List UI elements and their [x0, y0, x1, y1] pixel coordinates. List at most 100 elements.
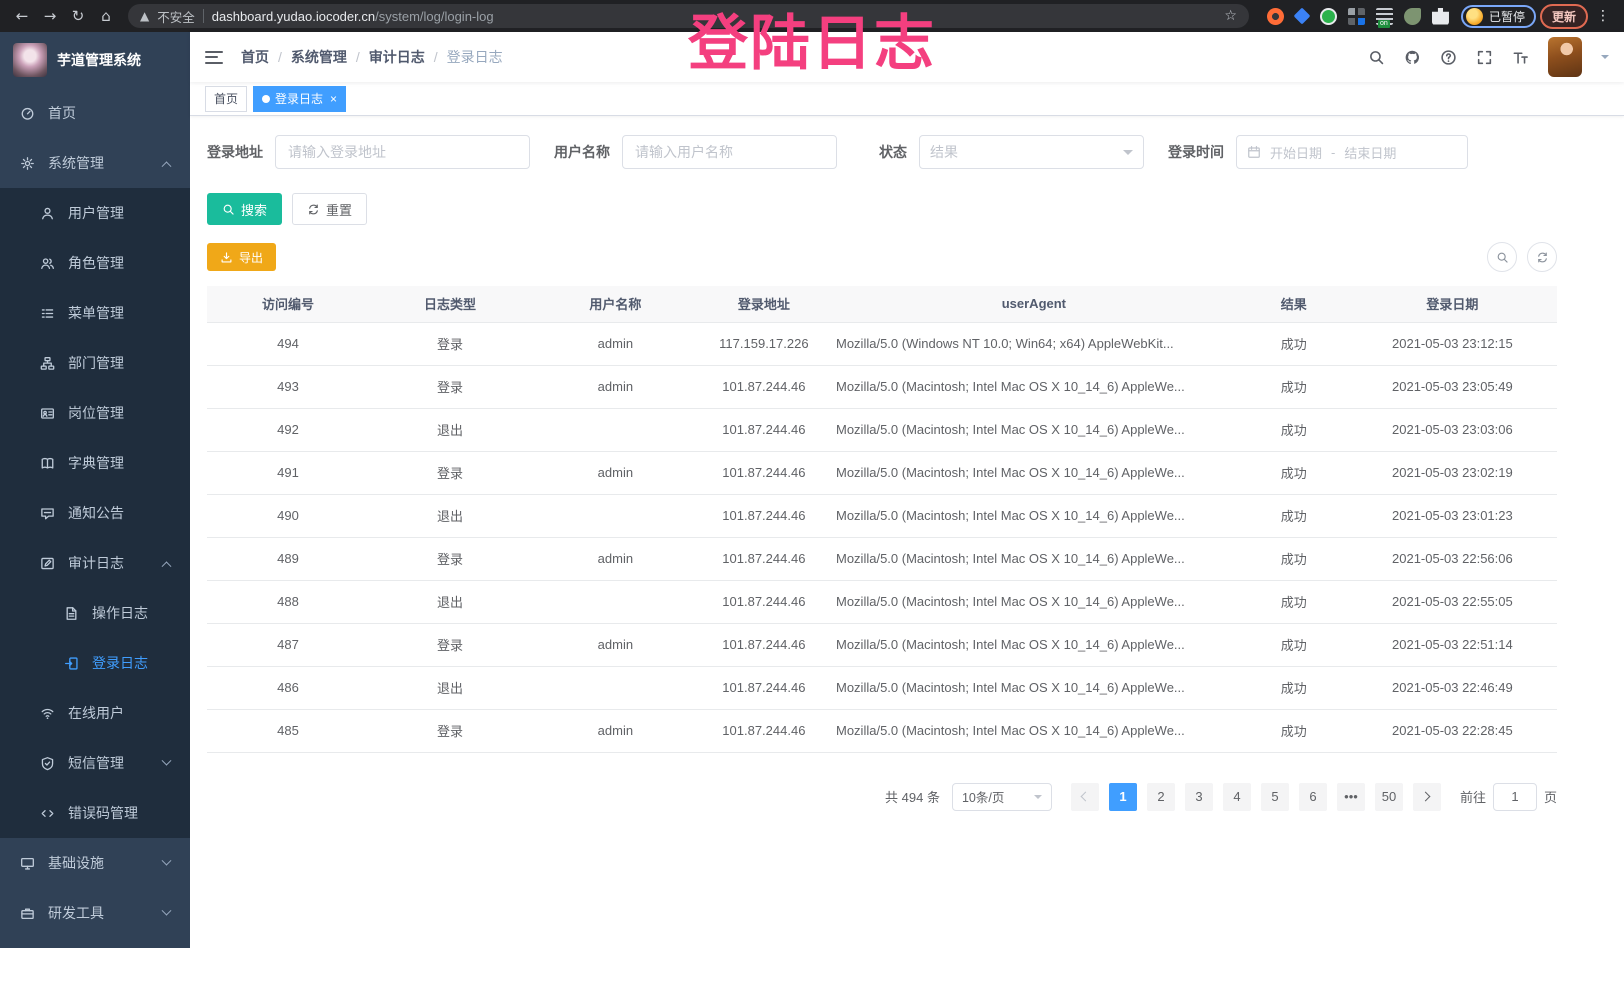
sidebar-item-online-users[interactable]: 在线用户	[0, 688, 190, 738]
browser-home-icon[interactable]: ⌂	[94, 4, 118, 28]
cell-result: 成功	[1240, 365, 1348, 408]
tag-home[interactable]: 首页	[205, 86, 247, 112]
page-button-4[interactable]: 4	[1223, 783, 1251, 811]
next-page-button[interactable]	[1413, 783, 1441, 811]
browser-reload-icon[interactable]: ↻	[66, 4, 90, 28]
page-button-6[interactable]: 6	[1299, 783, 1327, 811]
page-button-2[interactable]: 2	[1147, 783, 1175, 811]
app-frame: 芋道管理系统 首页 系统管理 用户管理 角色管理 菜单管理 部门管理	[0, 32, 1624, 948]
page-ellipsis[interactable]: •••	[1337, 783, 1365, 811]
app-logo[interactable]: 芋道管理系统	[0, 32, 190, 88]
sidebar-item-label: 登录日志	[92, 653, 148, 673]
hide-search-button[interactable]	[1487, 242, 1517, 272]
filter-actions: 搜索 重置	[207, 193, 1557, 225]
sidebar-item-infrastructure[interactable]: 基础设施	[0, 838, 190, 888]
page-button-3[interactable]: 3	[1185, 783, 1213, 811]
date-range-picker[interactable]: 开始日期 - 结束日期	[1236, 135, 1468, 169]
leaf-extension-icon[interactable]	[1404, 8, 1421, 25]
select-caret-icon	[1123, 150, 1133, 160]
filter-status: 状态 结果	[879, 135, 1144, 169]
table-row: 487登录admin101.87.244.46Mozilla/5.0 (Maci…	[207, 623, 1557, 666]
page-button-5[interactable]: 5	[1261, 783, 1289, 811]
col-header-login-address: 登录地址	[700, 286, 828, 322]
blue-diamond-extension-icon[interactable]	[1294, 8, 1311, 25]
table-row: 488退出101.87.244.46Mozilla/5.0 (Macintosh…	[207, 580, 1557, 623]
table-row: 493登录admin101.87.244.46Mozilla/5.0 (Maci…	[207, 365, 1557, 408]
sidebar-item-role-mgmt[interactable]: 角色管理	[0, 238, 190, 288]
help-icon[interactable]	[1440, 49, 1457, 66]
sidebar-toggle-icon[interactable]	[205, 51, 223, 64]
page-size-select[interactable]: 10条/页	[952, 783, 1052, 811]
search-button[interactable]: 搜索	[207, 193, 282, 225]
browser-extensions	[1267, 8, 1449, 25]
sidebar-item-dashboard[interactable]: 首页	[0, 88, 190, 138]
sidebar-item-login-log[interactable]: 登录日志	[0, 638, 190, 688]
reset-button[interactable]: 重置	[292, 193, 367, 225]
cell-username: admin	[531, 451, 700, 494]
goto-page-input[interactable]	[1493, 783, 1537, 811]
cell-result: 成功	[1240, 537, 1348, 580]
sidebar-item-audit-log[interactable]: 审计日志	[0, 538, 190, 588]
user-avatar[interactable]	[1548, 37, 1582, 77]
table-row: 485登录admin101.87.244.46Mozilla/5.0 (Maci…	[207, 709, 1557, 752]
code-icon	[40, 806, 55, 821]
sidebar-item-label: 用户管理	[68, 203, 124, 223]
status-select[interactable]: 结果	[919, 135, 1144, 169]
tag-login-log[interactable]: 登录日志 ×	[253, 86, 346, 112]
sidebar-item-notice[interactable]: 通知公告	[0, 488, 190, 538]
sidebar-item-dev-tools[interactable]: 研发工具	[0, 888, 190, 938]
github-icon[interactable]	[1404, 49, 1421, 66]
sidebar-item-dict-mgmt[interactable]: 字典管理	[0, 438, 190, 488]
sidebar-item-post-mgmt[interactable]: 岗位管理	[0, 388, 190, 438]
profile-paused-chip[interactable]: 已暂停	[1461, 5, 1536, 28]
bookmark-star-icon[interactable]: ☆	[1224, 8, 1237, 24]
sidebar-item-label: 在线用户	[68, 703, 124, 723]
font-size-icon[interactable]	[1512, 49, 1529, 66]
page-button-50[interactable]: 50	[1375, 783, 1403, 811]
chevron-right-icon	[1421, 792, 1431, 802]
sidebar-item-operation-log[interactable]: 操作日志	[0, 588, 190, 638]
breadcrumb-item[interactable]: 首页	[241, 47, 269, 67]
sidebar-item-menu-mgmt[interactable]: 菜单管理	[0, 288, 190, 338]
sidebar-item-label: 短信管理	[68, 753, 124, 773]
fullscreen-icon[interactable]	[1476, 49, 1493, 66]
sidebar-item-dept-mgmt[interactable]: 部门管理	[0, 338, 190, 388]
sidebar-item-user-mgmt[interactable]: 用户管理	[0, 188, 190, 238]
breadcrumb-item[interactable]: 审计日志	[369, 47, 425, 67]
refresh-icon	[307, 203, 320, 216]
grid-extension-icon[interactable]	[1348, 8, 1365, 25]
cell-login-date: 2021-05-03 23:12:15	[1348, 322, 1557, 365]
chevron-down-icon	[162, 755, 172, 765]
close-icon[interactable]: ×	[330, 93, 337, 105]
sidebar-item-error-code[interactable]: 错误码管理	[0, 788, 190, 838]
col-header-log-type: 日志类型	[369, 286, 531, 322]
sidebar-item-label: 审计日志	[68, 553, 124, 573]
page-content: 登录地址 用户名称 状态 结果 登录时间	[190, 116, 1624, 948]
cell-login-address: 101.87.244.46	[700, 408, 828, 451]
user-dropdown-caret-icon[interactable]	[1601, 55, 1609, 63]
pagination: 共 494 条 10条/页 1 2 3 4 5 6 ••• 50 前往 页	[207, 783, 1557, 811]
browser-menu-icon[interactable]: ⋮	[1592, 8, 1614, 24]
breadcrumb-item[interactable]: 系统管理	[291, 47, 347, 67]
browser-back-icon[interactable]: ←	[10, 4, 34, 28]
green-circle-extension-icon[interactable]	[1320, 8, 1337, 25]
tabs-on-extension-icon[interactable]	[1376, 8, 1393, 25]
search-icon[interactable]	[1368, 49, 1385, 66]
col-header-result: 结果	[1240, 286, 1348, 322]
sidebar-item-system-mgmt[interactable]: 系统管理	[0, 138, 190, 188]
export-button[interactable]: 导出	[207, 243, 276, 271]
orange-circle-extension-icon[interactable]	[1267, 8, 1284, 25]
page-button-1[interactable]: 1	[1109, 783, 1137, 811]
username-input[interactable]	[622, 135, 837, 169]
browser-update-button[interactable]: 更新	[1540, 4, 1588, 29]
col-header-username: 用户名称	[531, 286, 700, 322]
cell-visit-id: 493	[207, 365, 369, 408]
puzzle-extension-icon[interactable]	[1432, 8, 1449, 25]
cell-log-type: 退出	[369, 666, 531, 709]
sidebar-item-sms-mgmt[interactable]: 短信管理	[0, 738, 190, 788]
refresh-table-button[interactable]	[1527, 242, 1557, 272]
browser-address-bar[interactable]: ▲ 不安全 dashboard.yudao.iocoder.cn/system/…	[128, 4, 1249, 28]
prev-page-button[interactable]	[1071, 783, 1099, 811]
login-address-input[interactable]	[275, 135, 530, 169]
browser-forward-icon[interactable]: →	[38, 4, 62, 28]
